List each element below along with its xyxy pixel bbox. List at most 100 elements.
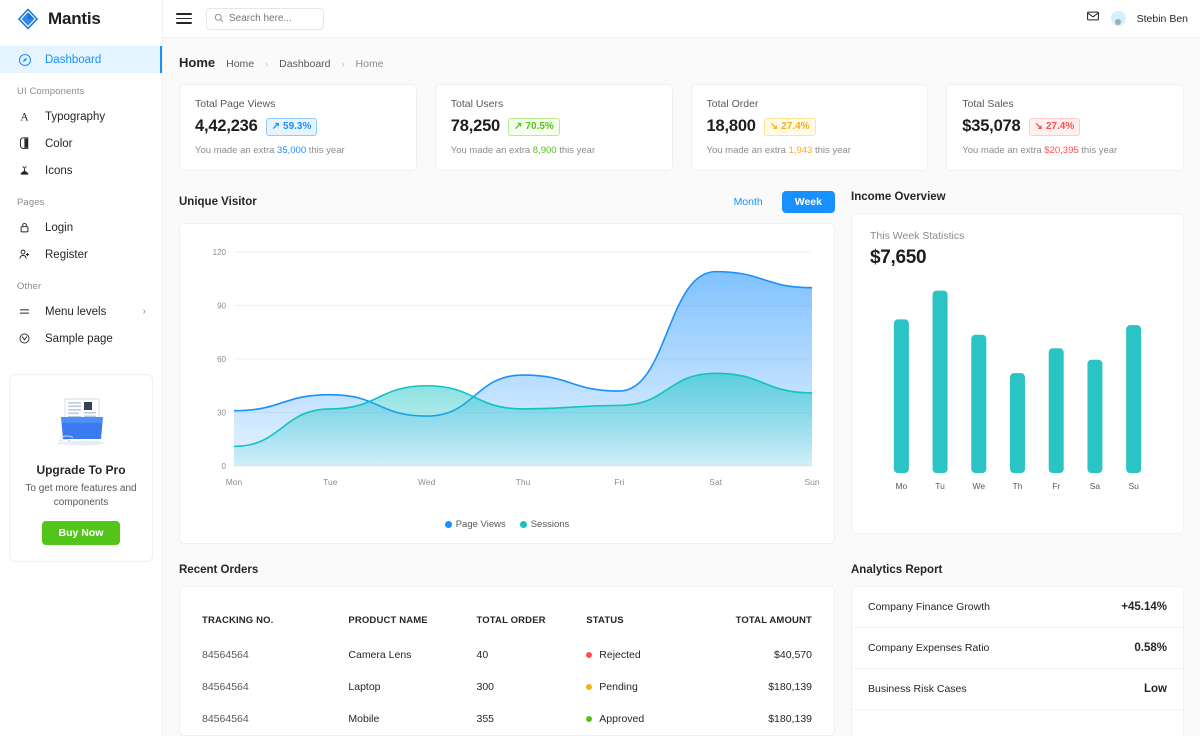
search-input-wrapper[interactable]: [206, 8, 324, 30]
bar[interactable]: [1010, 373, 1025, 473]
legend-item-page-views[interactable]: Page Views: [445, 519, 506, 530]
unique-visitor-section: Unique Visitor Month Week 0306090120MonT…: [179, 189, 835, 544]
stat-footnote: You made an extra 35,000 this year: [195, 145, 401, 156]
sidebar-item-label: Login: [45, 222, 73, 234]
breadcrumb-item-dashboard[interactable]: Dashboard: [279, 58, 330, 70]
buy-now-button[interactable]: Buy Now: [42, 521, 121, 545]
sidebar-item-login[interactable]: Login: [0, 214, 162, 241]
hamburger-icon[interactable]: [176, 11, 192, 27]
table-row[interactable]: 84564564Camera Lens40Rejected$40,570: [202, 639, 812, 671]
cell-total-order: 355: [476, 703, 586, 735]
footnote-prefix: You made an extra: [195, 145, 277, 156]
stat-card-total-users: Total Users 78,250 ↗ 70.5% You made an e…: [435, 84, 673, 171]
cell-total-amount: $40,570: [702, 639, 812, 671]
breadcrumb-current: Home: [356, 58, 384, 70]
bar[interactable]: [933, 291, 948, 473]
legend-item-sessions[interactable]: Sessions: [520, 519, 570, 530]
status-dot-icon: [586, 684, 592, 690]
lock-icon: [17, 220, 32, 235]
column-header-total-order[interactable]: TOTAL ORDER: [476, 597, 586, 639]
sidebar-item-sample-page[interactable]: Sample page: [0, 325, 162, 352]
bottom-row: Recent Orders TRACKING NO. PRODUCT NAME …: [179, 562, 1184, 736]
bar[interactable]: [971, 335, 986, 473]
visitor-range-toggle: Month Week: [721, 191, 835, 213]
analytics-row[interactable]: Business Risk Cases Low: [852, 669, 1183, 710]
cell-tracking: 84564564: [202, 671, 348, 703]
unique-visitor-chart-panel: 0306090120MonTueWedThuFriSatSun Page Vie…: [179, 223, 835, 544]
column-header-status[interactable]: STATUS: [586, 597, 702, 639]
legend-label: Page Views: [456, 519, 506, 530]
documents-folder-illustration: [20, 391, 142, 453]
footnote-suffix: this year: [812, 145, 851, 156]
user-avatar[interactable]: [1111, 11, 1126, 26]
sidebar-item-menu-levels[interactable]: Menu levels ›: [0, 298, 162, 325]
section-title-income-overview: Income Overview: [851, 191, 946, 203]
x-axis-tick: Sun: [804, 477, 819, 487]
income-overview-section: Income Overview This Week Statistics $7,…: [851, 189, 1184, 544]
brand[interactable]: Mantis: [0, 0, 162, 38]
status-dot-icon: [586, 652, 592, 658]
username-label: Stebin Ben: [1137, 13, 1188, 25]
footnote-amount: 1,943: [789, 145, 813, 156]
income-overview-panel: This Week Statistics $7,650 MoTuWeThFrSa…: [851, 213, 1184, 534]
mail-icon[interactable]: [1086, 9, 1100, 28]
column-header-product[interactable]: PRODUCT NAME: [348, 597, 476, 639]
cell-total-amount: $180,139: [702, 671, 812, 703]
topbar-right: Stebin Ben: [1086, 9, 1188, 28]
sample-page-icon: [17, 331, 32, 346]
table-row[interactable]: 84564564Laptop300Pending$180,139: [202, 671, 812, 703]
status-badge: ↗ 59.3%: [266, 118, 318, 136]
breadcrumb-item-home[interactable]: Home: [226, 58, 254, 70]
status-dot-icon: [586, 716, 592, 722]
menu-levels-icon: [17, 304, 32, 319]
y-axis-tick: 90: [217, 302, 226, 311]
x-axis-tick: Su: [1128, 481, 1139, 491]
sidebar-item-register[interactable]: Register: [0, 241, 162, 268]
sidebar-item-label: Color: [45, 138, 72, 150]
y-axis-tick: 120: [213, 248, 227, 257]
sidebar-item-dashboard[interactable]: Dashboard: [0, 46, 162, 73]
column-header-tracking[interactable]: TRACKING NO.: [202, 597, 348, 639]
bar[interactable]: [1049, 348, 1064, 473]
bar[interactable]: [1126, 325, 1141, 473]
stat-value: 4,42,236: [195, 117, 258, 136]
status-label: Pending: [599, 681, 638, 693]
analytics-label: Company Finance Growth: [868, 601, 990, 613]
footnote-suffix: this year: [306, 145, 345, 156]
analytics-row[interactable]: Company Expenses Ratio 0.58%: [852, 628, 1183, 669]
recent-orders-section: Recent Orders TRACKING NO. PRODUCT NAME …: [179, 562, 835, 736]
bar[interactable]: [1087, 360, 1102, 473]
cell-product: Camera Lens: [348, 639, 476, 671]
tab-month[interactable]: Month: [721, 191, 776, 213]
section-title-unique-visitor: Unique Visitor: [179, 196, 257, 208]
sidebar-nav: Dashboard UI Components A Typography: [0, 38, 162, 352]
sidebar-item-color[interactable]: Color: [0, 130, 162, 157]
sidebar-item-icons[interactable]: Icons: [0, 157, 162, 184]
column-header-total-amount[interactable]: TOTAL AMOUNT: [702, 597, 812, 639]
user-add-icon: [17, 247, 32, 262]
trend-up-icon: ↗: [514, 121, 522, 133]
analytics-report-panel: Company Finance Growth +45.14% Company E…: [851, 586, 1184, 736]
stat-label: Total Page Views: [195, 98, 401, 110]
analytics-report-section: Analytics Report Company Finance Growth …: [851, 562, 1184, 736]
x-axis-tick: Tu: [935, 481, 945, 491]
x-axis-tick: Mon: [226, 477, 243, 487]
sidebar-item-typography[interactable]: A Typography: [0, 103, 162, 130]
table-row[interactable]: 84564564Mobile355Approved$180,139: [202, 703, 812, 735]
analytics-row-placeholder: [852, 710, 1183, 736]
bar[interactable]: [894, 319, 909, 473]
analytics-row[interactable]: Company Finance Growth +45.14%: [852, 587, 1183, 628]
tab-week[interactable]: Week: [782, 191, 835, 213]
main-area: Stebin Ben Home Home › Dashboard › Home …: [163, 0, 1200, 736]
search-input[interactable]: [229, 13, 316, 24]
chevron-right-icon: ›: [342, 59, 345, 69]
footnote-prefix: You made an extra: [707, 145, 789, 156]
badge-text: 27.4%: [781, 121, 809, 133]
upgrade-subtitle: To get more features and components: [20, 482, 142, 509]
sidebar: Mantis Dashboard UI Components A Typogra…: [0, 0, 163, 736]
upgrade-title: Upgrade To Pro: [20, 463, 142, 477]
recent-orders-table: TRACKING NO. PRODUCT NAME TOTAL ORDER ST…: [202, 597, 812, 735]
footnote-prefix: You made an extra: [962, 145, 1044, 156]
y-axis-tick: 0: [222, 462, 227, 471]
cell-tracking: 84564564: [202, 703, 348, 735]
